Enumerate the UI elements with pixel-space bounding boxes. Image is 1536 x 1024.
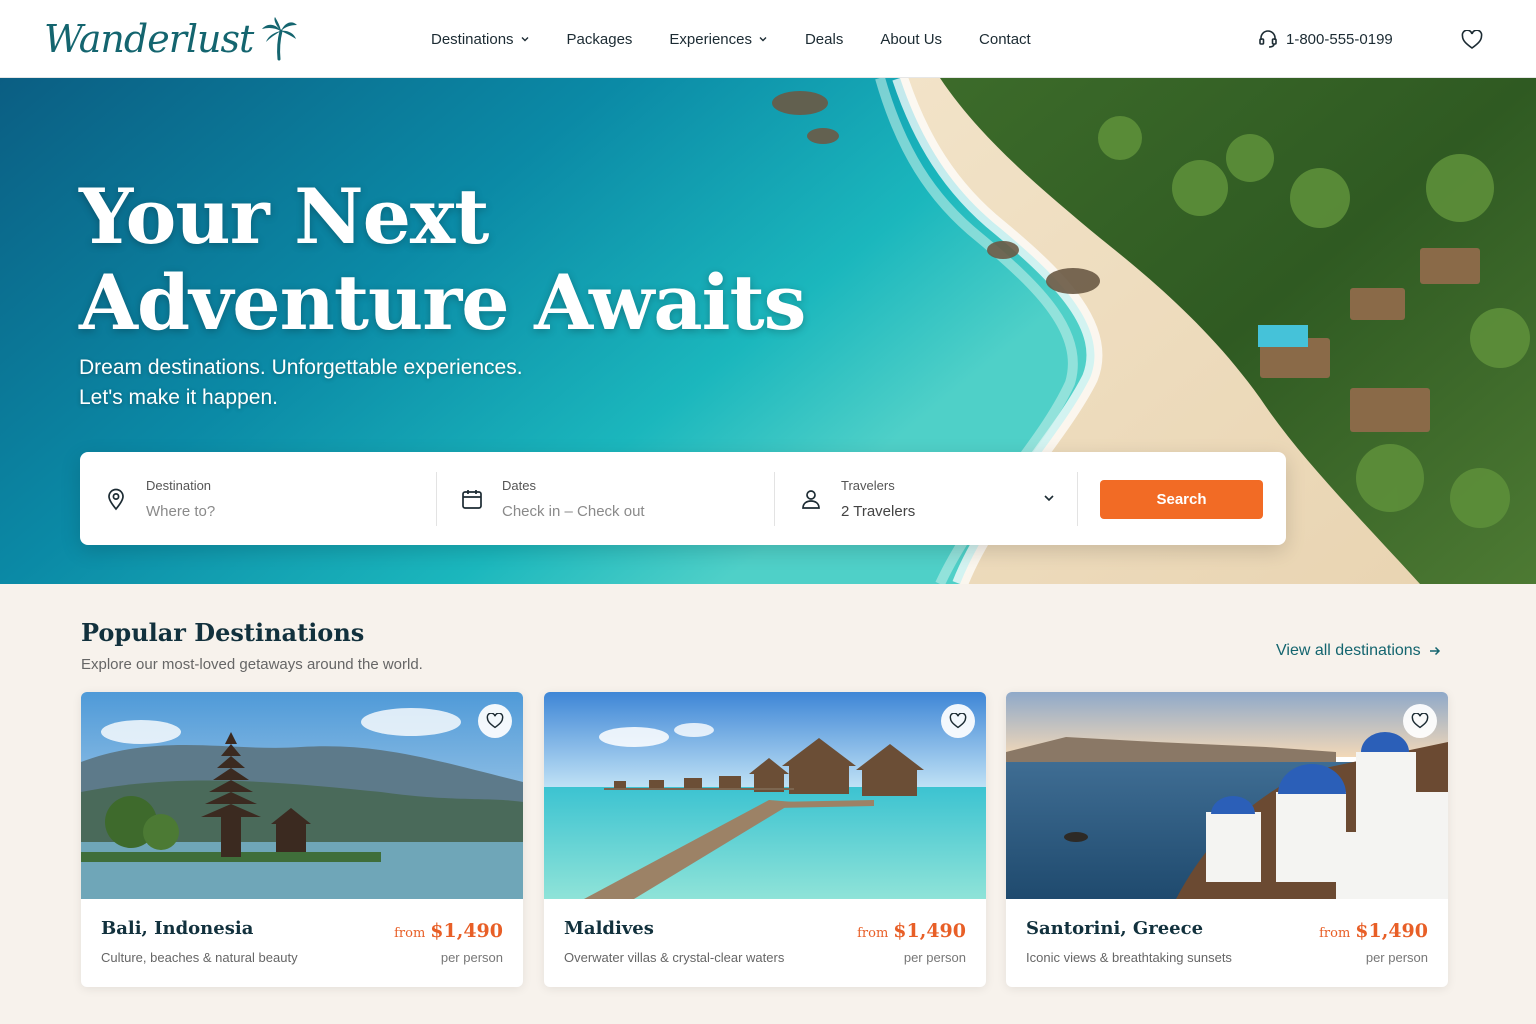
- search-divider: [1077, 472, 1078, 526]
- card-price-unit: per person: [1365, 950, 1428, 965]
- destination-card-bali[interactable]: Bali, Indonesia Culture, beaches & natur…: [81, 692, 523, 987]
- card-price: from $1,490: [857, 920, 966, 942]
- card-description: Culture, beaches & natural beauty: [101, 950, 298, 965]
- card-description: Iconic views & breathtaking sunsets: [1026, 950, 1232, 965]
- wishlist-heart-icon[interactable]: [1461, 30, 1483, 50]
- hero-subtitle: Dream destinations. Unforgettable experi…: [79, 356, 523, 409]
- search-button[interactable]: Search: [1100, 480, 1263, 519]
- phone-link[interactable]: 1-800-555-0199: [1258, 29, 1393, 49]
- main-nav: Destinations Packages Experiences Deals …: [431, 0, 1068, 78]
- card-price-unit: per person: [903, 950, 966, 965]
- phone-number: 1-800-555-0199: [1286, 30, 1393, 48]
- travelers-field[interactable]: Travelers 2 Travelers: [799, 452, 1069, 545]
- search-bar: Destination Where to? Dates Check in – C…: [80, 452, 1286, 545]
- maldives-villas-image: [544, 692, 986, 899]
- location-pin-icon: [108, 488, 124, 510]
- travelers-select[interactable]: 2 Travelers: [841, 503, 915, 520]
- card-price: from $1,490: [394, 920, 503, 942]
- destination-field[interactable]: Destination Where to?: [104, 452, 424, 545]
- favorite-button[interactable]: [1403, 704, 1437, 738]
- calendar-icon: [462, 489, 482, 509]
- user-icon: [802, 489, 820, 509]
- search-divider: [436, 472, 437, 526]
- view-all-destinations-link[interactable]: View all destinations: [1276, 642, 1441, 660]
- logo[interactable]: Wanderlust: [44, 14, 299, 64]
- favorite-button[interactable]: [478, 704, 512, 738]
- chevron-down-icon: [759, 37, 767, 42]
- destination-card-santorini[interactable]: Santorini, Greece Iconic views & breatht…: [1006, 692, 1448, 987]
- card-price-unit: per person: [440, 950, 503, 965]
- hero-title: Your Next Adventure Awaits: [79, 172, 806, 347]
- card-price: from $1,490: [1319, 920, 1428, 942]
- dates-input[interactable]: Check in – Check out: [502, 503, 645, 520]
- nav-about-us[interactable]: About Us: [880, 31, 942, 48]
- destination-input[interactable]: Where to?: [146, 503, 215, 520]
- section-subtitle: Explore our most-loved getaways around t…: [81, 656, 423, 673]
- heart-icon: [486, 713, 504, 729]
- site-header: Wanderlust Destinations Packages Experie…: [0, 0, 1536, 78]
- dates-field[interactable]: Dates Check in – Check out: [460, 452, 760, 545]
- arrow-right-icon: [1429, 646, 1440, 656]
- hero: Your Next Adventure Awaits Dream destina…: [0, 78, 1536, 584]
- section-title: Popular Destinations: [81, 618, 365, 647]
- brand-name: Wanderlust: [44, 17, 254, 61]
- headset-icon: [1259, 30, 1277, 48]
- palm-tree-icon: [262, 17, 298, 61]
- heart-icon: [949, 713, 967, 729]
- nav-destinations[interactable]: Destinations: [431, 31, 530, 48]
- nav-contact[interactable]: Contact: [979, 31, 1031, 48]
- nav-experiences[interactable]: Experiences: [669, 31, 768, 48]
- heart-icon: [1411, 713, 1429, 729]
- card-title: Maldives: [564, 918, 654, 939]
- santorini-village-image: [1006, 692, 1448, 899]
- favorite-button[interactable]: [941, 704, 975, 738]
- bali-temple-image: [81, 692, 523, 899]
- chevron-down-icon: [521, 37, 529, 42]
- destination-card-maldives[interactable]: Maldives Overwater villas & crystal-clea…: [544, 692, 986, 987]
- nav-deals[interactable]: Deals: [805, 31, 843, 48]
- search-divider: [774, 472, 775, 526]
- nav-packages[interactable]: Packages: [567, 31, 633, 48]
- chevron-down-icon[interactable]: [1043, 492, 1055, 504]
- card-title: Santorini, Greece: [1026, 918, 1204, 939]
- card-description: Overwater villas & crystal-clear waters: [564, 950, 785, 965]
- card-title: Bali, Indonesia: [101, 918, 254, 939]
